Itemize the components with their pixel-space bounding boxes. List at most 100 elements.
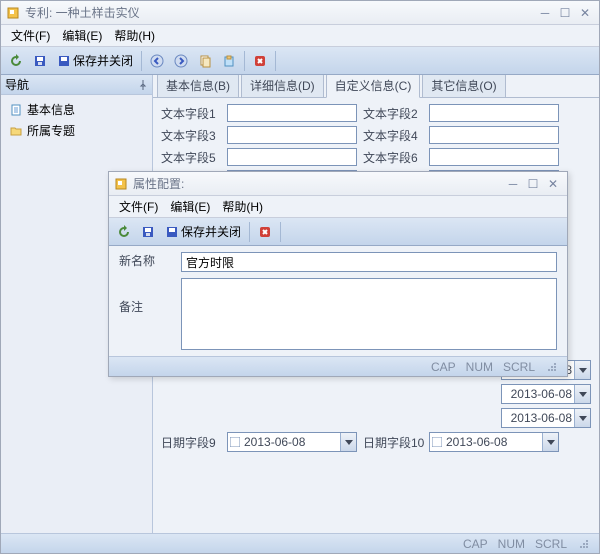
toolbar-separator (141, 51, 142, 71)
input-text1[interactable] (227, 104, 357, 122)
close-button[interactable]: ✕ (575, 5, 595, 21)
folder-icon (9, 124, 23, 138)
menu-edit[interactable]: 编辑(E) (164, 196, 216, 217)
input-text5[interactable] (227, 148, 357, 166)
document-icon (9, 103, 23, 117)
date-value: 2013-06-08 (444, 435, 542, 449)
label-text6: 文本字段6 (363, 149, 423, 166)
modal-toolbar: 保存并关闭 (109, 218, 567, 246)
main-title: 专利: 一种土样击实仪 (25, 4, 535, 21)
resize-grip-icon[interactable] (577, 537, 591, 551)
minimize-button[interactable]: ─ (535, 5, 555, 21)
status-scrl: SCRL (503, 360, 535, 374)
date-picker[interactable]: 2013-06-08 (501, 408, 591, 428)
input-text6[interactable] (429, 148, 559, 166)
nav-tree: 基本信息 所属专题 (1, 95, 152, 145)
paste-icon[interactable] (218, 50, 240, 72)
app-icon (5, 5, 21, 21)
save-close-button[interactable]: 保存并关闭 (53, 50, 137, 72)
refresh-icon[interactable] (5, 50, 27, 72)
label-text5: 文本字段5 (161, 149, 221, 166)
main-menubar: 文件(F) 编辑(E) 帮助(H) (1, 25, 599, 47)
modal-title: 属性配置: (133, 175, 503, 192)
date-picker-9[interactable]: 2013-06-08 (227, 432, 357, 452)
dialog-icon (113, 176, 129, 192)
maximize-button[interactable]: ☐ (523, 176, 543, 192)
main-titlebar[interactable]: 专利: 一种土样击实仪 ─ ☐ ✕ (1, 1, 599, 25)
status-cap: CAP (463, 537, 488, 551)
input-new-name[interactable] (181, 252, 557, 272)
input-text2[interactable] (429, 104, 559, 122)
modal-titlebar[interactable]: 属性配置: ─ ☐ ✕ (109, 172, 567, 196)
menu-file[interactable]: 文件(F) (5, 25, 56, 46)
menu-file[interactable]: 文件(F) (113, 196, 164, 217)
checkbox-icon[interactable] (430, 437, 444, 447)
tab-basic[interactable]: 基本信息(B) (157, 75, 239, 97)
toolbar-separator (280, 222, 281, 242)
nav-title: 导航 (5, 76, 29, 93)
input-text4[interactable] (429, 126, 559, 144)
tab-detail[interactable]: 详细信息(D) (241, 75, 324, 97)
status-scrl: SCRL (535, 537, 567, 551)
modal-menubar: 文件(F) 编辑(E) 帮助(H) (109, 196, 567, 218)
save-close-label: 保存并关闭 (73, 52, 133, 69)
date-picker-10[interactable]: 2013-06-08 (429, 432, 559, 452)
chevron-down-icon[interactable] (542, 433, 558, 451)
date-picker[interactable]: 2013-06-08 (501, 384, 591, 404)
chevron-down-icon[interactable] (574, 361, 590, 379)
nav-header: 导航 (1, 75, 152, 95)
toolbar-separator (249, 222, 250, 242)
pin-icon[interactable] (138, 80, 148, 90)
chevron-down-icon[interactable] (340, 433, 356, 451)
label-remark: 备注 (119, 298, 175, 315)
toolbar-separator (244, 51, 245, 71)
minimize-button[interactable]: ─ (503, 176, 523, 192)
property-config-dialog: 属性配置: ─ ☐ ✕ 文件(F) 编辑(E) 帮助(H) 保存并关闭 新名称 … (108, 171, 568, 377)
label-date9: 日期字段9 (161, 434, 221, 451)
label-text1: 文本字段1 (161, 105, 221, 122)
tree-item-basic[interactable]: 基本信息 (5, 99, 148, 120)
main-statusbar: CAP NUM SCRL (1, 533, 599, 553)
tab-custom[interactable]: 自定义信息(C) (326, 75, 421, 98)
maximize-button[interactable]: ☐ (555, 5, 575, 21)
save-icon[interactable] (137, 221, 159, 243)
copy-icon[interactable] (194, 50, 216, 72)
chevron-down-icon[interactable] (574, 385, 590, 403)
label-text4: 文本字段4 (363, 127, 423, 144)
forward-icon[interactable] (170, 50, 192, 72)
save-close-label: 保存并关闭 (181, 223, 241, 240)
main-toolbar: 保存并关闭 (1, 47, 599, 75)
delete-icon[interactable] (254, 221, 276, 243)
delete-icon[interactable] (249, 50, 271, 72)
menu-edit[interactable]: 编辑(E) (56, 25, 108, 46)
back-icon[interactable] (146, 50, 168, 72)
tree-label: 基本信息 (27, 101, 75, 118)
save-close-button[interactable]: 保存并关闭 (161, 221, 245, 243)
label-new-name: 新名称 (119, 252, 175, 272)
label-date10: 日期字段10 (363, 434, 423, 451)
date-value: 2013-06-08 (242, 435, 340, 449)
toolbar-separator (275, 51, 276, 71)
modal-statusbar: CAP NUM SCRL (109, 356, 567, 376)
menu-help[interactable]: 帮助(H) (216, 196, 269, 217)
chevron-down-icon[interactable] (574, 409, 590, 427)
close-button[interactable]: ✕ (543, 176, 563, 192)
resize-grip-icon[interactable] (545, 360, 559, 374)
date-row-9-10: 日期字段9 2013-06-08 日期字段10 2013-06-08 (161, 432, 591, 452)
tab-strip: 基本信息(B) 详细信息(D) 自定义信息(C) 其它信息(O) (153, 75, 599, 97)
textarea-remark[interactable] (181, 278, 557, 350)
save-icon[interactable] (29, 50, 51, 72)
status-num: NUM (466, 360, 493, 374)
tree-item-topic[interactable]: 所属专题 (5, 120, 148, 141)
tab-other[interactable]: 其它信息(O) (422, 75, 505, 97)
menu-help[interactable]: 帮助(H) (108, 25, 161, 46)
label-text3: 文本字段3 (161, 127, 221, 144)
refresh-icon[interactable] (113, 221, 135, 243)
status-cap: CAP (431, 360, 456, 374)
modal-body: 新名称 备注 (109, 246, 567, 356)
status-num: NUM (498, 537, 525, 551)
input-text3[interactable] (227, 126, 357, 144)
label-text2: 文本字段2 (363, 105, 423, 122)
tree-label: 所属专题 (27, 122, 75, 139)
checkbox-icon[interactable] (228, 437, 242, 447)
